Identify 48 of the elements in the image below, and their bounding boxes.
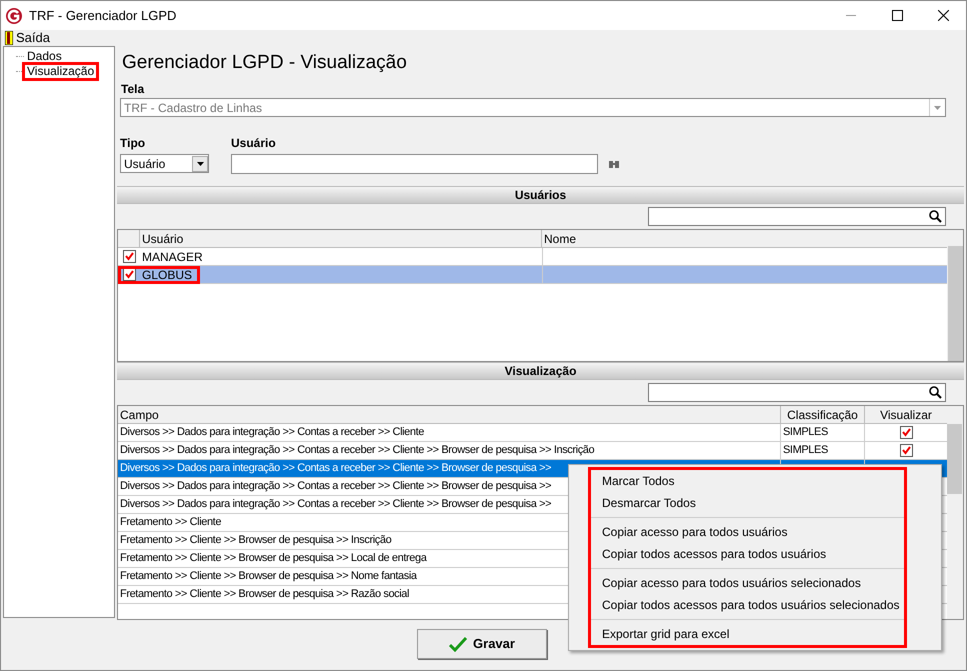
search-icon	[929, 210, 942, 223]
column-header[interactable]: Nome	[542, 230, 947, 247]
binoculars-icon[interactable]	[608, 159, 620, 169]
menu-item[interactable]: Saída	[1, 28, 54, 48]
table-cell: Diversos >> Dados para integração >> Contas a receber >> Cliente >> Browser de pesquisa >> Inscrição	[118, 442, 781, 459]
column-header[interactable]: Campo	[118, 406, 781, 423]
caret-icon	[196, 162, 204, 166]
search-field[interactable]	[648, 207, 946, 226]
column-header[interactable]: Visualizar	[865, 406, 947, 423]
field-label: Tipo	[120, 135, 146, 152]
view-checkbox[interactable]	[900, 426, 912, 439]
menu-item[interactable]: Exportar grid para excel	[591, 623, 904, 645]
checkmark-icon	[449, 636, 468, 652]
maximize-icon	[892, 10, 902, 21]
type-dropdown[interactable]: Usuário	[120, 154, 209, 173]
user-input[interactable]	[231, 154, 598, 174]
window-title: TRF - Gerenciador LGPD	[29, 6, 176, 25]
user-row[interactable]: MANAGER	[118, 248, 947, 266]
field-label: Tela	[120, 81, 146, 98]
column-header[interactable]: Classificação	[781, 406, 865, 423]
table-cell: Diversos >> Dados para integração >> Contas a receber >> Cliente	[118, 424, 781, 441]
save-button[interactable]: Gravar	[417, 629, 547, 659]
row-checkbox[interactable]	[122, 250, 136, 263]
tree-item[interactable]: Dados	[25, 50, 64, 63]
column-header[interactable]: Usuário	[140, 230, 542, 247]
view-checkbox[interactable]	[900, 444, 912, 457]
field-row[interactable]: Diversos >> Dados para integração >> Contas a receber >> Cliente >> Browser de pesquisa >> Inscrição SIMPLES	[118, 442, 947, 460]
table-cell-text: SIMPLES	[783, 443, 828, 458]
tree-item[interactable]: Visualização	[25, 65, 96, 78]
page-heading: Gerenciador LGPD - Visualização	[121, 51, 408, 75]
user-row[interactable]: GLOBUS	[118, 266, 947, 284]
caret-icon	[934, 106, 941, 110]
search-icon	[929, 386, 942, 399]
table-cell-text: SIMPLES	[783, 425, 828, 440]
field-label: Usuário	[231, 135, 277, 152]
minimize-icon	[846, 14, 856, 16]
app-logo-icon	[5, 6, 23, 24]
table-cell-text: GLOBUS	[141, 266, 192, 283]
close-icon	[938, 10, 948, 21]
search-field[interactable]	[648, 383, 946, 402]
row-checkbox[interactable]	[122, 268, 136, 281]
field-row[interactable]: Diversos >> Dados para integração >> Contas a receber >> Cliente SIMPLES	[118, 424, 947, 442]
door-icon	[5, 31, 13, 45]
section-header: Usuários	[117, 186, 964, 204]
section-header: Visualização	[117, 362, 964, 380]
table-cell-text: MANAGER	[141, 248, 203, 265]
scrollbar[interactable]	[947, 230, 963, 361]
scrollbar[interactable]	[947, 406, 963, 619]
